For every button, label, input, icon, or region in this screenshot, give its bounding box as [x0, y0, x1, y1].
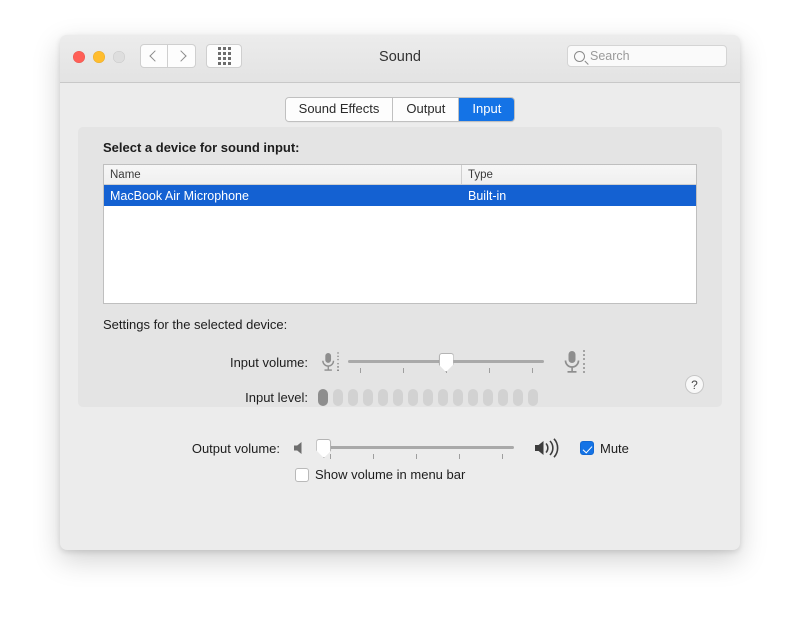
window-titlebar: Sound	[60, 35, 740, 83]
mute-label: Mute	[600, 440, 629, 456]
input-level-meter	[318, 389, 538, 406]
help-icon[interactable]: ?	[685, 375, 704, 394]
mute-checkbox-group[interactable]: Mute	[580, 441, 629, 456]
output-volume-slider[interactable]	[316, 435, 514, 461]
input-volume-row: Input volume:	[198, 349, 585, 375]
settings-section-label: Settings for the selected device:	[103, 317, 288, 332]
level-segment	[393, 389, 403, 406]
microphone-small-icon	[320, 351, 339, 372]
speaker-mute-icon	[290, 438, 310, 458]
input-device-table[interactable]: Name Type MacBook Air Microphone Built-i…	[103, 164, 697, 304]
search-input[interactable]	[590, 49, 710, 63]
show-volume-label: Show volume in menu bar	[315, 467, 466, 482]
device-type-cell: Built-in	[468, 188, 507, 203]
mute-checkbox[interactable]	[580, 441, 594, 455]
level-segment	[378, 389, 388, 406]
level-segment	[498, 389, 508, 406]
sound-preferences-window: Sound Sound Effects Output Input Select …	[60, 35, 740, 550]
input-level-row: Input level:	[208, 389, 538, 406]
column-header-name[interactable]: Name	[104, 165, 462, 184]
level-segment	[363, 389, 373, 406]
column-header-type[interactable]: Type	[462, 165, 696, 184]
slider-track	[318, 446, 514, 449]
device-name-cell: MacBook Air Microphone	[110, 188, 249, 203]
slider-ticks	[318, 454, 514, 460]
search-field[interactable]	[567, 45, 727, 67]
speaker-loud-icon	[532, 437, 566, 459]
output-volume-label: Output volume:	[191, 440, 280, 456]
output-volume-row: Output volume: Mute	[165, 435, 629, 461]
show-volume-menubar-group[interactable]: Show volume in menu bar	[295, 467, 465, 482]
level-segment	[528, 389, 538, 406]
level-segment	[453, 389, 463, 406]
tab-segmented-control: Sound Effects Output Input	[284, 97, 516, 122]
device-prompt-label: Select a device for sound input:	[103, 140, 300, 155]
tab-input[interactable]: Input	[459, 98, 515, 121]
tab-sound-effects[interactable]: Sound Effects	[285, 98, 394, 121]
level-segment	[483, 389, 493, 406]
microphone-large-icon	[562, 349, 585, 375]
tab-bar: Sound Effects Output Input	[60, 97, 740, 122]
level-segment	[318, 389, 328, 406]
show-volume-checkbox[interactable]	[295, 467, 309, 482]
level-segment	[348, 389, 358, 406]
level-segment	[408, 389, 418, 406]
input-volume-label: Input volume:	[229, 354, 308, 370]
level-segment	[333, 389, 343, 406]
microphone-level-dots-icon	[583, 350, 585, 373]
level-segment	[423, 389, 433, 406]
microphone-level-dots-icon	[337, 352, 339, 371]
input-volume-slider[interactable]	[348, 349, 544, 375]
table-header-row: Name Type	[104, 165, 696, 185]
input-settings-panel: Select a device for sound input: Name Ty…	[78, 127, 722, 407]
level-segment	[468, 389, 478, 406]
search-icon	[574, 50, 585, 62]
level-segment	[438, 389, 448, 406]
tab-output[interactable]: Output	[393, 98, 460, 121]
level-segment	[513, 389, 523, 406]
input-level-label: Input level:	[245, 390, 308, 405]
table-row[interactable]: MacBook Air Microphone Built-in	[104, 185, 696, 206]
